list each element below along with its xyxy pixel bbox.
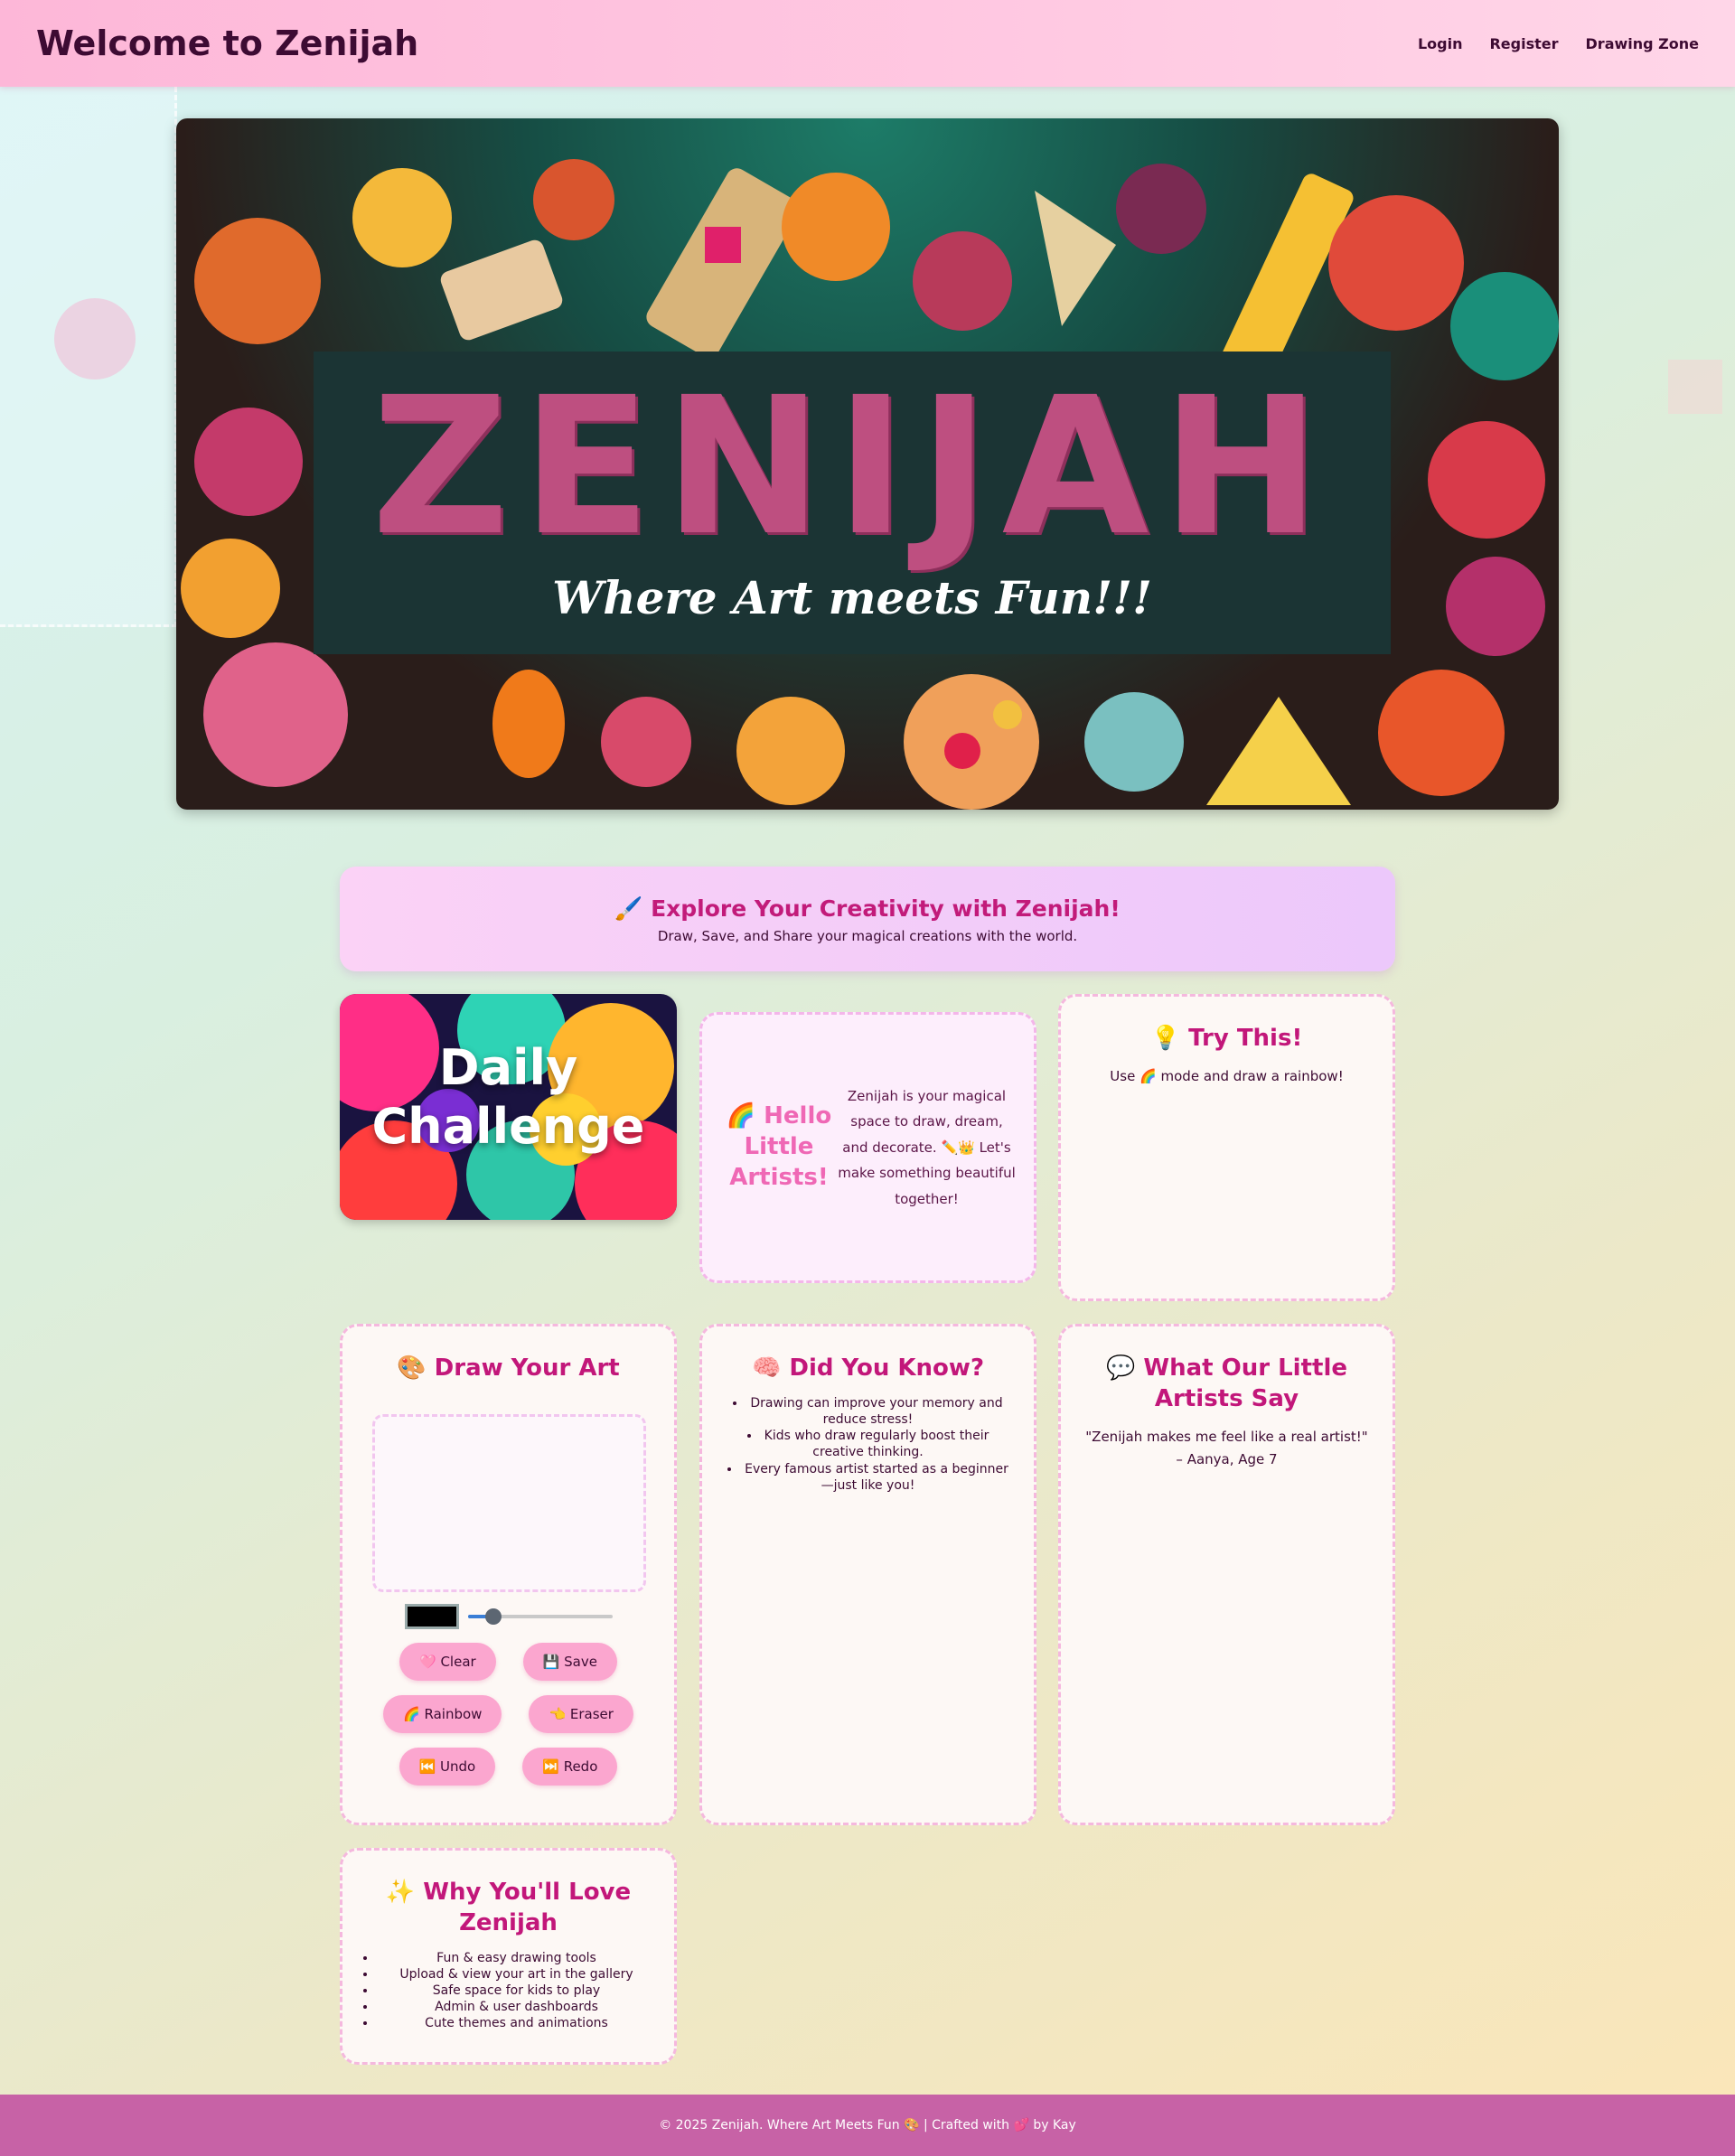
why-love-list: Fun & easy drawing tools Upload & view y…: [342, 1939, 674, 2032]
brush-size-slider[interactable]: [467, 1604, 613, 1629]
banner-title-plate: ZENIJAH Where Art meets Fun!!!: [314, 352, 1391, 654]
main-nav: Login Register Drawing Zone: [1418, 35, 1699, 52]
site-title: Welcome to Zenijah: [36, 23, 419, 63]
testimonial-author: – Aanya, Age 7: [1176, 1450, 1278, 1467]
draw-your-art-card: 🎨 Draw Your Art 🩷 Clear 💾 Save 🌈 Rainbow…: [340, 1324, 677, 1825]
testimonial-title: 💬 What Our Little Artists Say: [1105, 1355, 1347, 1412]
hello-text: Zenijah is your magical space to draw, d…: [838, 1087, 1016, 1207]
intro-banner: 🖌️ Explore Your Creativity with Zenijah!…: [340, 867, 1395, 971]
top-navbar: Welcome to Zenijah Login Register Drawin…: [0, 0, 1735, 87]
banner-tagline: Where Art meets Fun!!!: [552, 571, 1152, 624]
intro-title: 🖌️ Explore Your Creativity with Zenijah!: [614, 895, 1121, 922]
list-item: Every famous artist started as a beginne…: [724, 1461, 1012, 1494]
eraser-button[interactable]: 👈 Eraser: [529, 1695, 633, 1733]
try-this-card: 💡 Try This! Use 🌈 mode and draw a rainbo…: [1058, 994, 1395, 1301]
why-love-title: ✨ Why You'll Love Zenijah: [385, 1879, 632, 1936]
try-this-title: 💡 Try This!: [1150, 1025, 1303, 1052]
list-item: Fun & easy drawing tools: [377, 1950, 656, 1966]
hello-card: 🌈 Hello Little Artists! Zenijah is your …: [699, 1012, 1036, 1283]
daily-challenge-label: Daily Challenge: [371, 1039, 645, 1155]
decorative-square: [1668, 360, 1722, 414]
list-item: Upload & view your art in the gallery: [377, 1966, 656, 1983]
decorative-circle: [54, 298, 136, 380]
brush-tools: [342, 1604, 674, 1629]
draw-title: 🎨 Draw Your Art: [397, 1355, 620, 1382]
button-row-3: ⏮️ Undo ⏭️ Redo: [342, 1748, 674, 1786]
button-row-2: 🌈 Rainbow 👈 Eraser: [342, 1695, 674, 1733]
nav-drawing-zone-link[interactable]: Drawing Zone: [1586, 35, 1699, 52]
list-item: Safe space for kids to play: [377, 1983, 656, 1999]
site-footer: © 2025 Zenijah. Where Art Meets Fun 🎨 | …: [0, 2095, 1735, 2156]
why-love-card: ✨ Why You'll Love Zenijah Fun & easy dra…: [340, 1848, 677, 2065]
undo-button[interactable]: ⏮️ Undo: [399, 1748, 496, 1786]
did-you-know-card: 🧠 Did You Know? Drawing can improve your…: [699, 1324, 1036, 1825]
nav-register-link[interactable]: Register: [1489, 35, 1558, 52]
rainbow-button[interactable]: 🌈 Rainbow: [383, 1695, 502, 1733]
banner-title: ZENIJAH: [370, 356, 1334, 577]
save-button[interactable]: 💾 Save: [522, 1643, 617, 1681]
list-item: Cute themes and animations: [377, 2015, 656, 2031]
did-you-know-title: 🧠 Did You Know?: [751, 1355, 985, 1382]
intro-subtitle: Draw, Save, and Share your magical creat…: [657, 928, 1078, 944]
try-this-text: Use 🌈 mode and draw a rainbow!: [1110, 1067, 1344, 1084]
footer-text: © 2025 Zenijah. Where Art Meets Fun 🎨 | …: [659, 2118, 1076, 2133]
nav-login-link[interactable]: Login: [1418, 35, 1463, 52]
did-you-know-list: Drawing can improve your memory and redu…: [702, 1384, 1034, 1494]
redo-button[interactable]: ⏭️ Redo: [522, 1748, 618, 1786]
list-item: Kids who draw regularly boost their crea…: [724, 1428, 1012, 1460]
button-row-1: 🩷 Clear 💾 Save: [342, 1643, 674, 1681]
daily-challenge-card[interactable]: Daily Challenge: [340, 994, 677, 1220]
drawing-canvas[interactable]: [372, 1414, 646, 1592]
list-item: Admin & user dashboards: [377, 1999, 656, 2015]
clear-button[interactable]: 🩷 Clear: [399, 1643, 496, 1681]
testimonial-quote: "Zenijah makes me feel like a real artis…: [1085, 1428, 1368, 1445]
testimonial-card: 💬 What Our Little Artists Say "Zenijah m…: [1058, 1324, 1395, 1825]
brush-color-picker[interactable]: [404, 1604, 459, 1629]
slider-thumb[interactable]: [485, 1608, 502, 1625]
list-item: Drawing can improve your memory and redu…: [724, 1395, 1012, 1428]
hero-banner: ZENIJAH Where Art meets Fun!!!: [176, 118, 1559, 810]
hello-title: 🌈 Hello Little Artists!: [726, 1102, 832, 1191]
